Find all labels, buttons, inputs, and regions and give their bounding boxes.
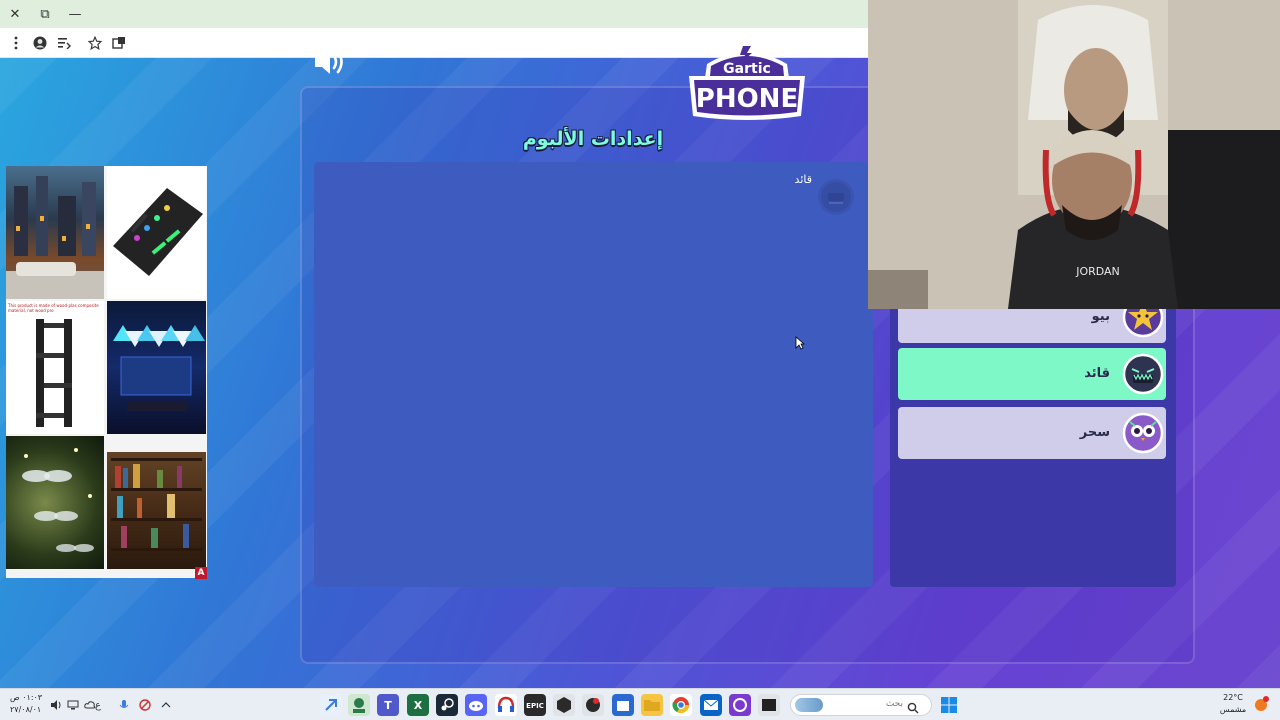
- store-icon[interactable]: [612, 694, 634, 716]
- clock-time: ٠١:٠٣ ص: [10, 693, 43, 702]
- dark-monster-avatar-icon: [1122, 353, 1164, 395]
- profile-icon[interactable]: [29, 32, 51, 54]
- speaker-icon: [315, 50, 343, 74]
- close-button[interactable]: ✕: [0, 0, 30, 28]
- svg-text:JORDAN: JORDAN: [1075, 265, 1120, 278]
- blocked-tray-icon[interactable]: [137, 697, 153, 713]
- player-name: قائد: [1084, 366, 1110, 381]
- svg-text:EPIC: EPIC: [526, 702, 544, 710]
- extensions-icon[interactable]: [108, 32, 130, 54]
- player-row-active[interactable]: قائد: [898, 348, 1166, 400]
- minimize-icon: —: [68, 6, 82, 22]
- epic-games-icon[interactable]: EPIC: [524, 694, 546, 716]
- album-settings-title: إعدادات الألبوم: [522, 128, 664, 150]
- logo-line2: PHONE: [696, 84, 798, 114]
- search-icon: [907, 699, 919, 718]
- player-name: سحر: [1079, 425, 1110, 440]
- input-language[interactable]: ع: [90, 697, 106, 713]
- network-tray-icon[interactable]: [65, 697, 81, 713]
- webcam-app-icon[interactable]: [348, 694, 370, 716]
- audio-mixer-image[interactable]: [107, 166, 206, 299]
- owl-avatar-icon: [1122, 412, 1164, 454]
- purple-app-icon[interactable]: [729, 694, 751, 716]
- gartic-phone-logo: Gartic PHONE: [685, 44, 809, 120]
- excel-icon[interactable]: X: [407, 694, 429, 716]
- corner-shelf-image[interactable]: This product is made of wood-plas compos…: [6, 301, 104, 434]
- minimize-button[interactable]: —: [60, 0, 90, 28]
- weather-desc: مشمس: [1219, 705, 1247, 714]
- headset-app-icon[interactable]: [495, 694, 517, 716]
- clock-date: ٢٧/٠٨/٠١: [10, 705, 42, 714]
- teams-icon[interactable]: T: [377, 694, 399, 716]
- kebab-menu-icon[interactable]: [5, 32, 27, 54]
- ad-panel: This product is made of wood-plas compos…: [6, 166, 207, 578]
- album-owner-avatar: [818, 179, 854, 215]
- dragonfly-decor-image[interactable]: [6, 436, 104, 569]
- reading-list-icon[interactable]: [53, 32, 75, 54]
- chevron-up-icon[interactable]: [158, 697, 174, 713]
- webcam-overlay: JORDAN: [868, 0, 1280, 309]
- windows-start-icon[interactable]: [938, 694, 960, 716]
- terminal-icon[interactable]: [758, 694, 780, 716]
- bookshelf-image[interactable]: [107, 436, 206, 569]
- taskbar: ٠١:٠٣ ص ٢٧/٠٨/٠١ ع T X EPIC بحث 22°C مشم…: [0, 688, 1280, 720]
- star-icon[interactable]: [84, 32, 106, 54]
- city-street-image[interactable]: [6, 166, 104, 299]
- pinned-app-1-icon[interactable]: [320, 694, 342, 716]
- close-icon: ✕: [9, 6, 21, 22]
- search-highlight-image: [795, 698, 823, 712]
- player-row[interactable]: سحر: [898, 407, 1166, 459]
- discord-icon[interactable]: [465, 694, 487, 716]
- logo-line1: Gartic: [723, 61, 771, 77]
- record-app-icon[interactable]: [582, 694, 604, 716]
- hexagon-lights-image[interactable]: [107, 301, 206, 434]
- sun-icon: [1252, 695, 1270, 717]
- svg-text:X: X: [414, 699, 423, 712]
- svg-text:T: T: [384, 699, 392, 712]
- ad-choices-badge[interactable]: A: [195, 567, 207, 579]
- clock[interactable]: ٠١:٠٣ ص ٢٧/٠٨/٠١: [10, 692, 46, 716]
- weather-temp: 22°C: [1223, 693, 1243, 702]
- taskbar-search[interactable]: بحث: [790, 694, 932, 716]
- search-placeholder: بحث: [885, 699, 903, 709]
- speaker-tray-icon[interactable]: [48, 697, 64, 713]
- album-owner-name: قائد: [794, 173, 812, 186]
- weather-widget[interactable]: 22°C مشمس: [1218, 692, 1248, 716]
- browser-titlebar: ✕ ⧉ —: [0, 0, 868, 28]
- restore-button[interactable]: ⧉: [30, 0, 60, 28]
- album-area: [314, 162, 873, 587]
- microphone-tray-icon[interactable]: [116, 697, 132, 713]
- cube-app-icon[interactable]: [553, 694, 575, 716]
- outlook-icon[interactable]: [700, 694, 722, 716]
- folder-icon[interactable]: [641, 694, 663, 716]
- sound-button[interactable]: [313, 48, 347, 76]
- chrome-icon[interactable]: [670, 694, 692, 716]
- steam-icon[interactable]: [436, 694, 458, 716]
- restore-icon: ⧉: [40, 6, 50, 22]
- mouse-cursor-icon: [795, 335, 806, 354]
